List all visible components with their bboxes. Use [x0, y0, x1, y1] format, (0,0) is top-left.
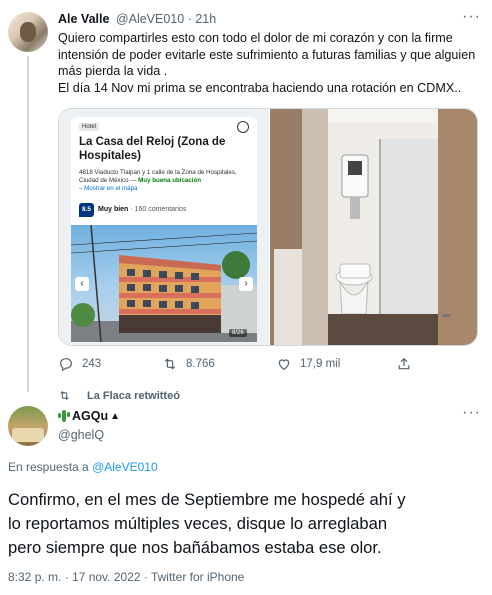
more-icon[interactable]: ···	[462, 8, 481, 26]
separator-dot: ·	[187, 12, 192, 26]
share-button[interactable]	[396, 356, 412, 372]
score-label: Muy bien	[98, 206, 129, 213]
listing-address: 4818 Viaducto Tlalpan y 1 calle de la Zo…	[79, 169, 251, 193]
tweet-text-line: El día 14 Nov mi prima se encontraba hac…	[58, 80, 462, 95]
listing-badge: Hotel	[79, 123, 100, 131]
quoted-avatar[interactable]	[8, 406, 48, 446]
retweet-icon	[164, 358, 176, 370]
cactus-emoji-icon	[58, 410, 70, 422]
tweet-text-line: Quiero compartirles esto con todo el dol…	[58, 31, 453, 45]
retweet-notice: La Flaca retwitteó	[58, 389, 180, 402]
score-badge: 8.5	[79, 203, 94, 217]
retweet-notice-text[interactable]: La Flaca retwitteó	[87, 390, 180, 402]
quoted-body-line: Confirmo, en el mes de Septiembre me hos…	[8, 490, 406, 509]
hotel-photo: ‹ › 8/26	[71, 225, 257, 342]
quoted-header: AGQu ▲	[58, 409, 120, 423]
reply-button[interactable]: 243	[58, 356, 101, 372]
reply-icon	[60, 358, 72, 372]
reply-to-prefix: En respuesta a	[8, 460, 93, 474]
listing-card: Hotel La Casa del Reloj (Zona de Hospita…	[71, 117, 257, 342]
thread-line	[27, 56, 29, 392]
reply-count: 243	[82, 358, 102, 370]
listing-title: La Casa del Reloj (Zona de Hospitales)	[79, 136, 226, 162]
chevron-left-icon[interactable]: ‹	[75, 277, 89, 291]
hotel-building-illustration	[71, 225, 257, 342]
tweet-meta[interactable]: 8:32 p. m. · 17 nov. 2022 · Twitter for …	[8, 570, 244, 584]
chevron-right-icon[interactable]: ›	[239, 277, 253, 291]
share-icon	[398, 357, 410, 370]
retweet-notice-icon	[60, 390, 69, 401]
like-count: 17,9 mil	[300, 358, 341, 370]
media-image-listing[interactable]: Hotel La Casa del Reloj (Zona de Hospita…	[59, 109, 269, 345]
tweet-text-line: intensión de poder evitarle este sufrimi…	[58, 47, 476, 62]
photo-counter: 8/26	[229, 329, 247, 337]
retweet-count: 8.766	[186, 358, 215, 370]
heart-icon	[237, 121, 249, 133]
listing-location-rating: Muy buena ubicación	[138, 177, 202, 184]
media-image-bathroom[interactable]	[270, 109, 477, 345]
like-icon	[278, 359, 290, 371]
score-text: Muy bien · 160 comentarios	[98, 206, 186, 213]
review-count: · 160 comentarios	[130, 206, 187, 213]
tweet-time[interactable]: 21h	[195, 12, 216, 26]
tweet-media[interactable]: Hotel La Casa del Reloj (Zona de Hospita…	[58, 108, 478, 346]
quoted-body: Confirmo, en el mes de Septiembre me hos…	[8, 488, 488, 560]
triangle-emoji-icon: ▲	[110, 410, 121, 422]
bathroom-photo	[270, 109, 477, 345]
reply-to: En respuesta a @AleVE010	[8, 460, 158, 474]
quoted-display-name[interactable]: AGQu	[72, 409, 108, 423]
author-name[interactable]: Ale Valle	[58, 12, 109, 26]
tweet-text-line: más pierda la vida .	[58, 64, 168, 78]
tweet-header: Ale Valle @AleVE010 · 21h	[58, 12, 216, 26]
more-icon[interactable]: ···	[462, 404, 481, 422]
reply-to-handle[interactable]: @AleVE010	[92, 460, 158, 474]
author-handle[interactable]: @AleVE010	[116, 12, 184, 26]
listing-map-link[interactable]: – Mostrar en el mapa	[79, 185, 251, 193]
like-button[interactable]: 17,9 mil	[276, 356, 340, 372]
retweet-button[interactable]: 8.766	[162, 356, 215, 372]
author-avatar[interactable]	[8, 12, 48, 52]
quoted-handle[interactable]: @ghelQ	[58, 428, 104, 442]
tweet-text: Quiero compartirles esto con todo el dol…	[58, 30, 478, 96]
quoted-body-line: lo reportamos múltiples veces, disque lo…	[8, 514, 388, 533]
quoted-body-line: pero siempre que nos bañábamos estaba es…	[8, 538, 382, 557]
